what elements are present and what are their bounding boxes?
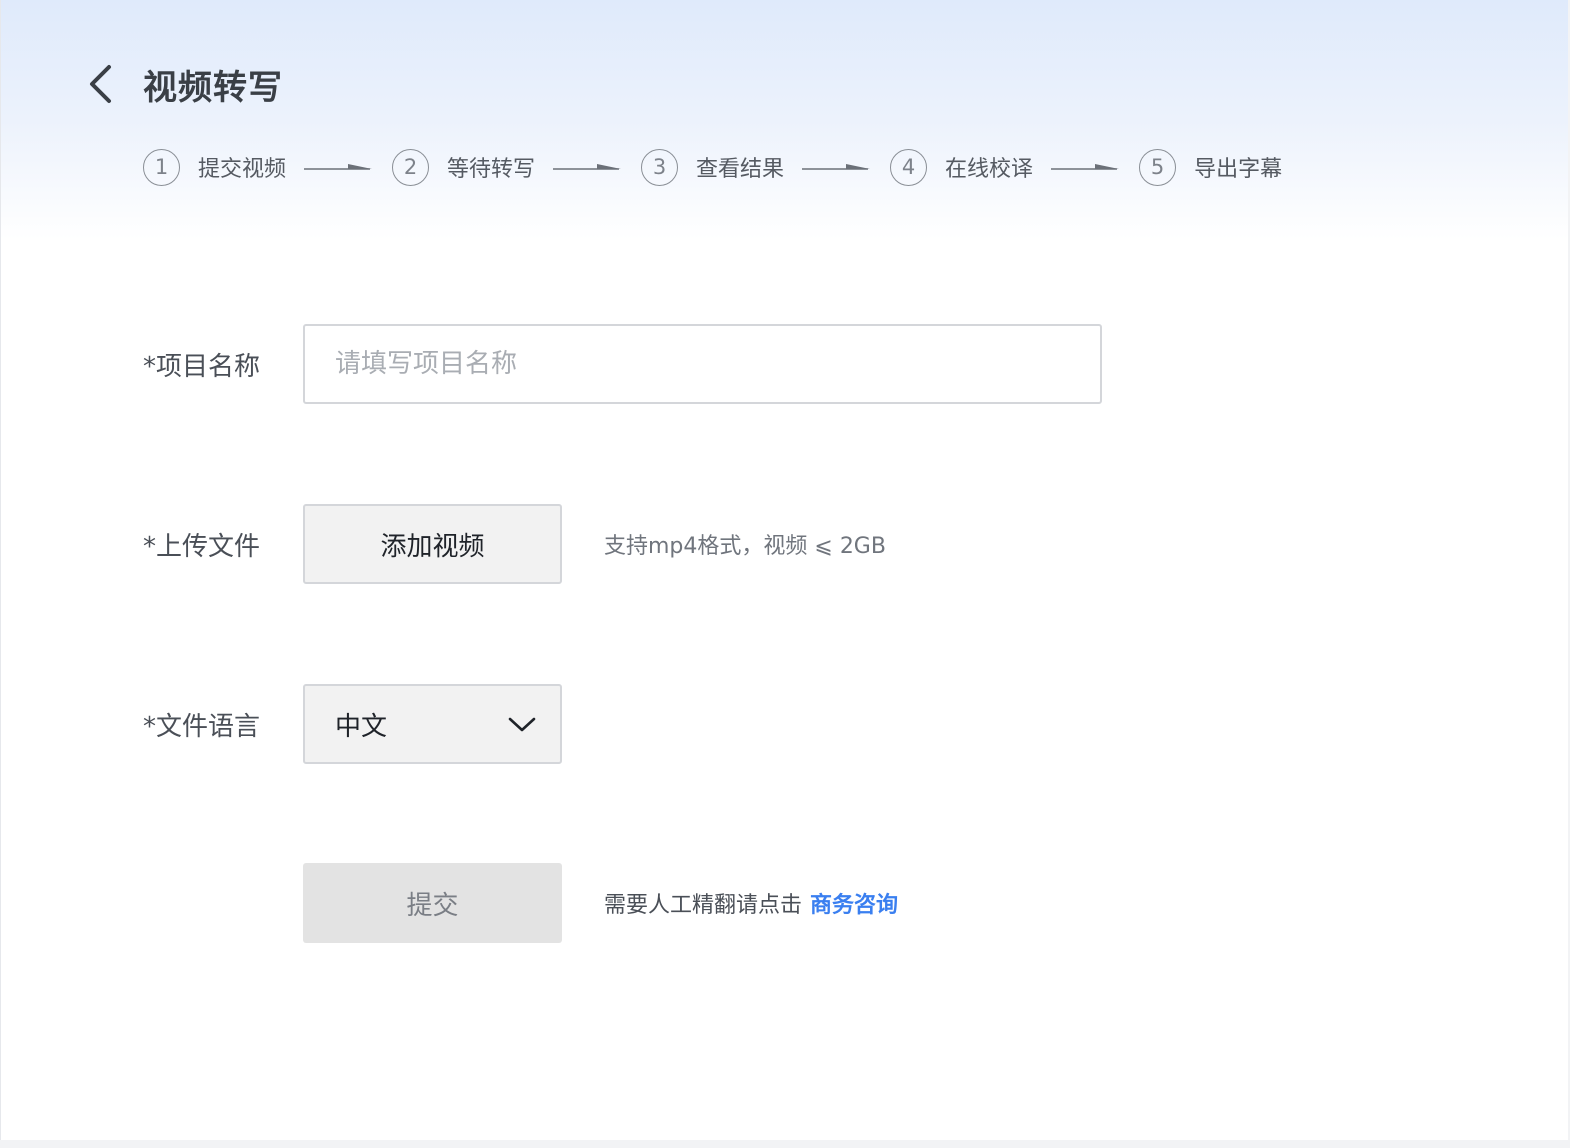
step-label: 查看结果 <box>696 157 785 182</box>
arrow-right-icon <box>1051 164 1120 170</box>
step-2: 2 等待转写 <box>392 148 536 186</box>
step-label: 等待转写 <box>447 157 536 182</box>
language-row: *文件语言 中文 <box>143 684 562 764</box>
chevron-down-icon <box>508 717 536 732</box>
project-name-label: *项目名称 <box>143 351 261 382</box>
header: 视频转写 <box>87 60 283 108</box>
step-label: 导出字幕 <box>1194 157 1283 182</box>
step-number: 5 <box>1139 148 1177 186</box>
step-5: 5 导出字幕 <box>1139 148 1283 186</box>
upload-label: *上传文件 <box>143 531 261 562</box>
submit-button[interactable]: 提交 <box>303 863 562 943</box>
step-label: 提交视频 <box>198 157 287 182</box>
business-consult-link[interactable]: 商务咨询 <box>810 887 898 919</box>
upload-row: *上传文件 添加视频 支持mp4格式，视频 ⩽ 2GB <box>143 504 886 584</box>
page: 视频转写 1 提交视频 2 等待转写 3 查看结果 4 在线校译 5 导出字幕 … <box>0 0 1568 1140</box>
project-name-row: *项目名称 <box>143 324 1102 404</box>
step-number: 2 <box>392 148 430 186</box>
step-4: 4 在线校译 <box>890 148 1034 186</box>
language-label: *文件语言 <box>143 711 261 742</box>
step-label: 在线校译 <box>945 157 1034 182</box>
page-title: 视频转写 <box>143 67 283 108</box>
step-1: 1 提交视频 <box>143 148 287 186</box>
steps-indicator: 1 提交视频 2 等待转写 3 查看结果 4 在线校译 5 导出字幕 <box>143 148 1282 186</box>
step-3: 3 查看结果 <box>641 148 785 186</box>
chevron-left-icon <box>90 65 111 103</box>
language-select[interactable]: 中文 <box>303 684 562 764</box>
back-button[interactable] <box>87 62 117 106</box>
upload-hint: 支持mp4格式，视频 ⩽ 2GB <box>604 534 886 559</box>
step-number: 4 <box>890 148 928 186</box>
add-video-button[interactable]: 添加视频 <box>303 504 562 584</box>
contact-prompt: 需要人工精翻请点击 <box>604 893 803 918</box>
step-number: 1 <box>143 148 180 186</box>
arrow-right-icon <box>802 164 871 170</box>
arrow-right-icon <box>304 164 373 170</box>
arrow-right-icon <box>553 164 622 170</box>
project-name-input[interactable] <box>303 324 1102 404</box>
language-selected-value: 中文 <box>335 711 388 742</box>
submit-row: 提交 需要人工精翻请点击 商务咨询 <box>143 863 898 943</box>
step-number: 3 <box>641 148 679 186</box>
